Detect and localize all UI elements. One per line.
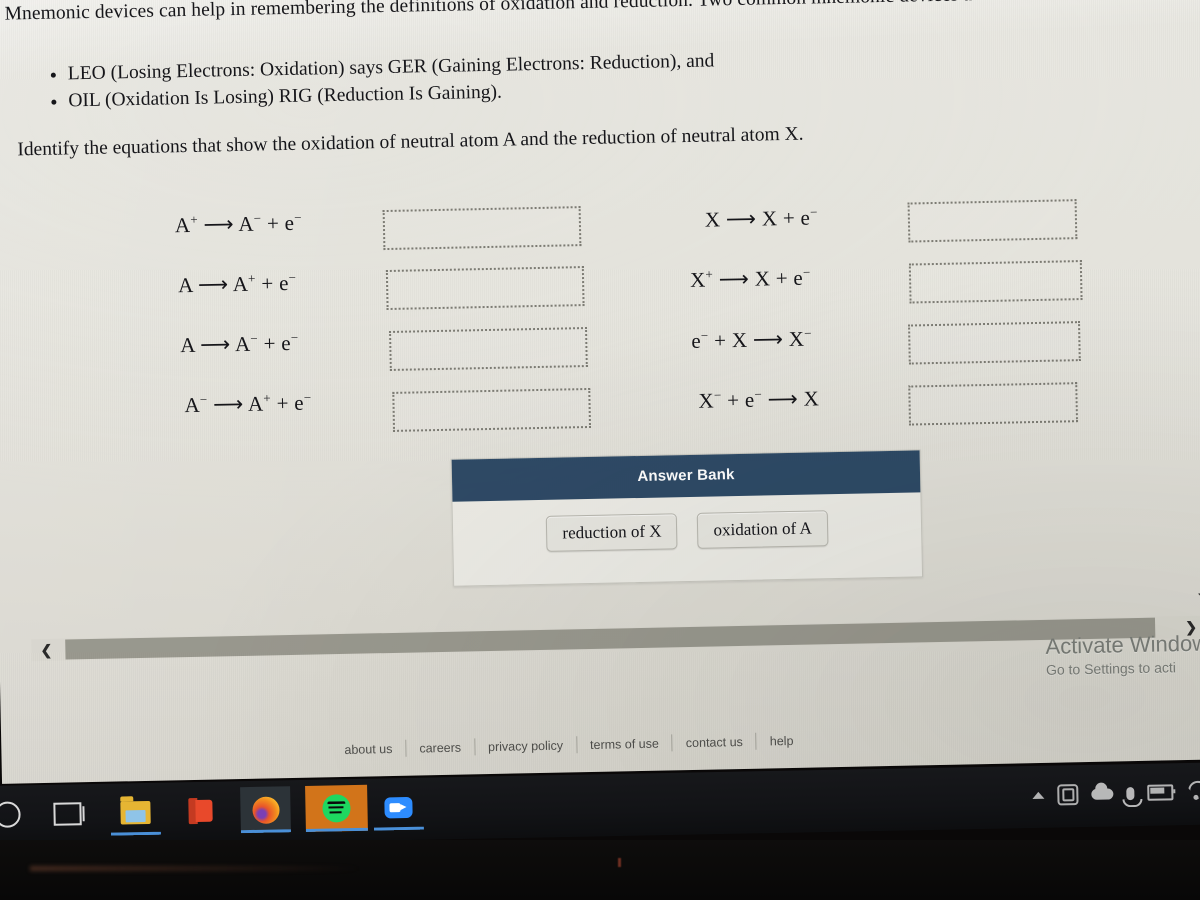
quiz-page: Mnemonic devices can help in remembering… [0,0,1200,757]
onedrive-cloud-icon[interactable] [1091,787,1114,800]
watermark-line-2: Go to Settings to acti [1045,659,1177,678]
laptop-screen-photo: Mnemonic devices can help in remembering… [0,0,1200,900]
file-explorer-button[interactable] [110,789,161,836]
footer-link-careers[interactable]: careers [406,740,474,755]
firefox-icon [251,795,280,824]
equation-a1: A+ ⟶ A− + e− [174,209,302,238]
zoom-icon [384,796,413,818]
laptop-bezel [0,840,1200,900]
spotify-icon [322,794,351,823]
show-hidden-icons-icon[interactable] [1032,791,1045,799]
intro-paragraph: Mnemonic devices can help in remembering… [4,0,973,25]
bezel-reflection [30,866,360,871]
answer-bank-tiles: reduction of X oxidation of A [452,492,921,553]
drop-zone-a4[interactable] [392,387,592,432]
equation-grid: A+ ⟶ A− + e− X ⟶ X + e− A ⟶ A+ + e− X+ ⟶… [4,176,1168,432]
task-view-icon [53,801,82,826]
bezel-led [618,858,621,867]
equation-x4: X− + e− ⟶ X [698,386,820,413]
lcd-screen: Mnemonic devices can help in remembering… [0,0,1200,784]
cortana-icon [0,801,21,828]
office-icon [188,798,212,824]
footer-link-terms-of-use[interactable]: terms of use [577,736,672,752]
equation-x3: e− + X ⟶ X− [691,325,812,353]
office-button[interactable] [175,787,226,834]
task-view-button[interactable] [42,790,93,837]
equation-a2: A ⟶ A+ + e− [177,269,297,298]
cortana-search-button[interactable] [0,791,33,838]
drop-zone-a2[interactable] [385,266,585,311]
answer-bank: Answer Bank reduction of X oxidation of … [450,449,924,587]
scroll-right-arrow-icon[interactable]: ❯ [1178,616,1200,639]
horizontal-scrollbar[interactable]: ❮ ❯ [31,615,1200,662]
footer-link-contact-us[interactable]: contact us [673,734,756,750]
equation-x1: X ⟶ X + e− [704,204,818,232]
battery-icon[interactable] [1147,784,1174,801]
system-tray [1032,763,1200,824]
footer-link-privacy-policy[interactable]: privacy policy [475,738,576,754]
equation-x2: X+ ⟶ X + e− [689,264,811,292]
scroll-left-arrow-icon[interactable]: ❮ [33,639,59,662]
scroll-down-chevron-icon[interactable]: ⌄ [1190,581,1200,605]
spotify-button[interactable] [305,784,368,832]
firefox-button[interactable] [240,786,291,834]
answer-tile-oxidation-of-a[interactable]: oxidation of A [697,510,829,549]
teams-icon[interactable] [1057,783,1079,806]
scrollbar-thumb[interactable] [65,617,1156,660]
equation-a3: A ⟶ A− + e− [180,329,299,358]
drop-zone-a1[interactable] [382,206,582,251]
zoom-button[interactable] [373,784,424,831]
wifi-icon[interactable] [1186,784,1200,799]
drop-zone-x4[interactable] [908,382,1079,426]
instruction-text: Identify the equations that show the oxi… [17,123,804,161]
answer-tile-reduction-of-x[interactable]: reduction of X [546,513,678,552]
equation-a4: A− ⟶ A+ + e− [184,389,312,418]
footer-links: about us careers privacy policy terms of… [331,732,806,759]
footer-link-about-us[interactable]: about us [331,741,405,756]
microphone-icon[interactable] [1126,786,1135,800]
mnemonic-list: LEO (Losing Electrons: Oxidation) says G… [42,47,716,114]
footer-link-help[interactable]: help [757,733,807,748]
folder-icon [120,800,151,824]
